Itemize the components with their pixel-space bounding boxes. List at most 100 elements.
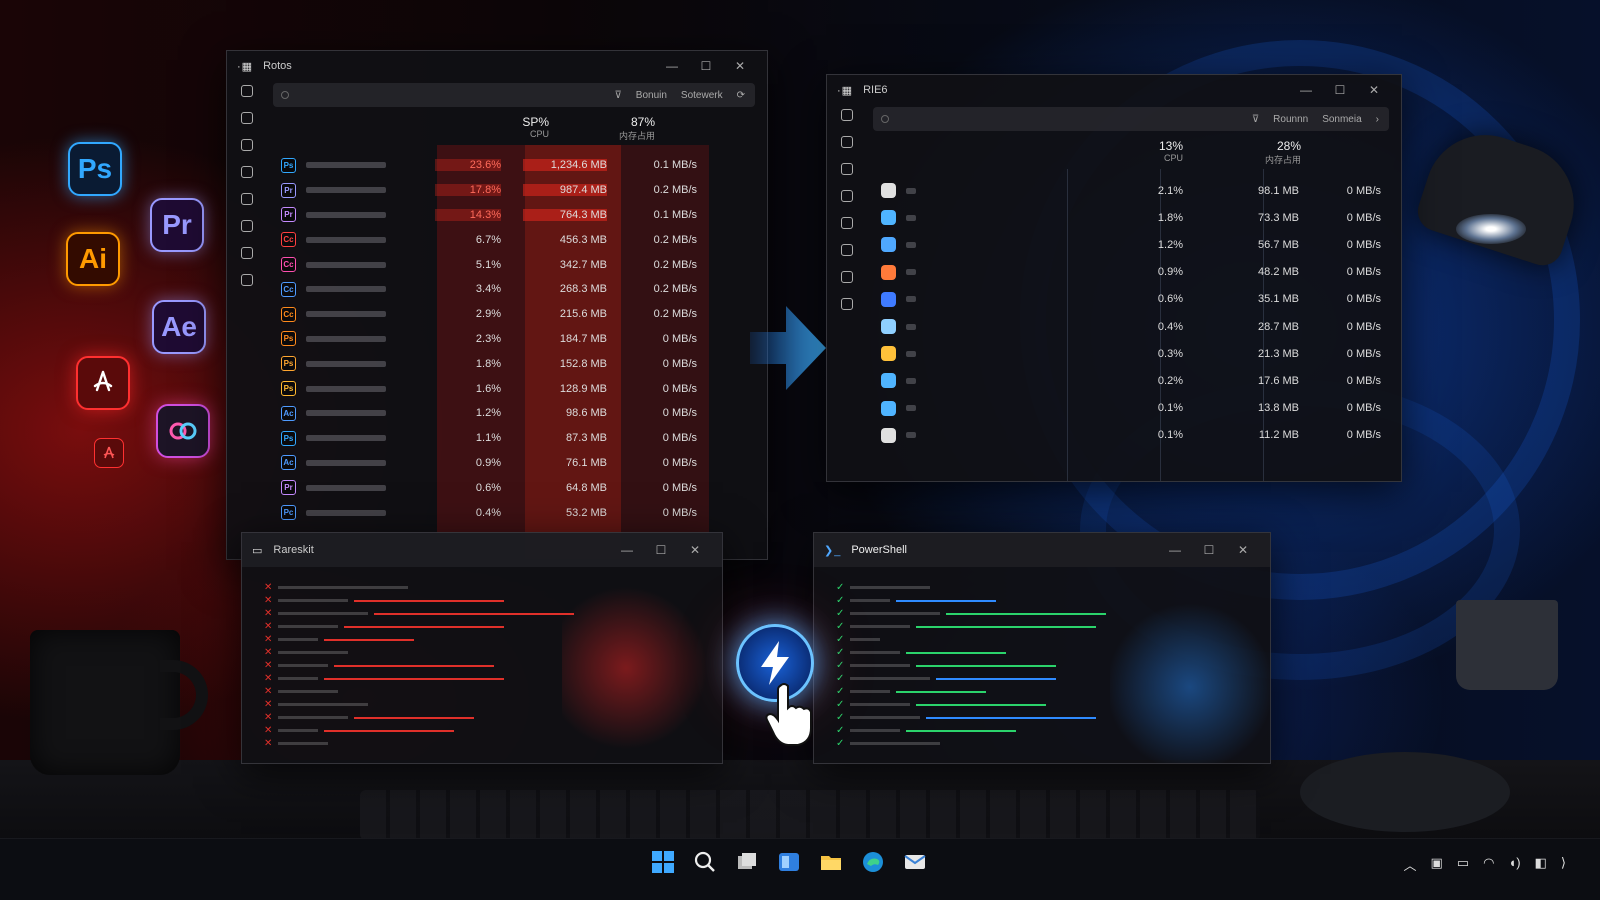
coffee-mug xyxy=(30,630,180,775)
nav-performance-icon[interactable] xyxy=(841,136,853,148)
cpu-column-header[interactable]: 13% CPU xyxy=(1113,139,1183,163)
nav-startup-icon[interactable] xyxy=(241,166,253,178)
process-row[interactable]: 0.2% 17.6 MB 0 MB/s xyxy=(873,367,1389,394)
disk-value: 0 MB/s xyxy=(1346,429,1381,442)
memory-column-header[interactable]: 28% 内存占用 xyxy=(1211,139,1301,166)
search-bar[interactable]: ⊽ Bonuin Sotewerk ⟳ xyxy=(273,83,755,107)
process-row[interactable]: 0.9% 48.2 MB 0 MB/s xyxy=(873,259,1389,286)
process-row[interactable]: Pr 0.6% 64.8 MB 0 MB/s xyxy=(273,475,755,500)
close-button[interactable]: ✕ xyxy=(1357,83,1391,97)
notification-icon[interactable]: ⟩ xyxy=(1561,855,1566,874)
display-icon[interactable]: ◧ xyxy=(1535,855,1547,874)
file-explorer-icon[interactable] xyxy=(820,851,842,873)
process-row[interactable]: Ps 1.6% 128.9 MB 0 MB/s xyxy=(273,376,755,401)
battery-icon[interactable]: ▭ xyxy=(1457,855,1469,874)
toolbar-button[interactable]: Rounnn xyxy=(1273,114,1308,125)
app-icon: Ac xyxy=(281,455,296,471)
task-view-icon[interactable] xyxy=(736,851,758,873)
process-row[interactable]: 0.1% 11.2 MB 0 MB/s xyxy=(873,422,1389,449)
progress-bar xyxy=(906,651,1006,654)
windows-start-icon[interactable] xyxy=(652,851,674,873)
nav-processes-icon[interactable] xyxy=(841,109,853,121)
process-row[interactable]: Pr 17.8% 987.4 MB 0.2 MB/s xyxy=(273,178,755,203)
process-row[interactable]: Cc 3.4% 268.3 MB 0.2 MB/s xyxy=(273,277,755,302)
process-row[interactable]: 1.2% 56.7 MB 0 MB/s xyxy=(873,231,1389,258)
process-row[interactable]: 2.1% 98.1 MB 0 MB/s xyxy=(873,177,1389,204)
nav-details-icon[interactable] xyxy=(841,244,853,256)
wifi-icon[interactable]: ◠ xyxy=(1483,855,1494,874)
text-placeholder xyxy=(850,612,940,615)
chevron-up-icon[interactable]: ︿ xyxy=(1403,855,1416,874)
nav-services-icon[interactable] xyxy=(841,271,853,283)
process-row[interactable]: 0.3% 21.3 MB 0 MB/s xyxy=(873,340,1389,367)
process-name-placeholder xyxy=(306,410,386,417)
process-row[interactable]: Cc 5.1% 342.7 MB 0.2 MB/s xyxy=(273,252,755,277)
process-row[interactable]: Ps 1.1% 87.3 MB 0 MB/s xyxy=(273,426,755,451)
error-line: ✕ xyxy=(264,620,702,633)
nav-history-icon[interactable] xyxy=(841,163,853,175)
filter-icon[interactable]: ⊽ xyxy=(614,90,621,101)
nav-users-icon[interactable] xyxy=(841,217,853,229)
nav-settings-icon[interactable] xyxy=(841,298,853,310)
disk-value: 0 MB/s xyxy=(1346,266,1381,279)
nav-settings-icon[interactable] xyxy=(241,274,253,286)
process-row[interactable]: 0.1% 13.8 MB 0 MB/s xyxy=(873,395,1389,422)
process-row[interactable]: Ps 23.6% 1,234.6 MB 0.1 MB/s xyxy=(273,153,755,178)
volume-icon[interactable]: ◖) xyxy=(1508,855,1520,874)
mail-icon[interactable] xyxy=(904,851,926,873)
chevron-right-icon[interactable]: › xyxy=(1376,114,1379,125)
filter-icon[interactable]: ⊽ xyxy=(1252,114,1259,125)
nav-users-icon[interactable] xyxy=(241,193,253,205)
memory-column-header[interactable]: 87% 内存占用 xyxy=(569,115,655,142)
toolbar-button[interactable]: Sonmeia xyxy=(1322,114,1361,125)
edge-icon[interactable] xyxy=(862,851,884,873)
network-drive-icon[interactable]: ▣ xyxy=(1431,855,1443,874)
memory-value: 87.3 MB xyxy=(566,432,607,445)
cpu-column-header[interactable]: SP% CPU xyxy=(481,115,549,139)
process-row[interactable]: Ps 2.3% 184.7 MB 0 MB/s xyxy=(273,327,755,352)
process-row[interactable]: Ac 0.9% 76.1 MB 0 MB/s xyxy=(273,451,755,476)
memory-value: 215.6 MB xyxy=(559,308,607,321)
minimize-button[interactable]: — xyxy=(610,543,644,557)
process-row[interactable]: Ps 1.8% 152.8 MB 0 MB/s xyxy=(273,351,755,376)
minimize-button[interactable]: — xyxy=(655,59,689,73)
nav-details-icon[interactable] xyxy=(241,220,253,232)
text-placeholder xyxy=(850,664,910,667)
process-row[interactable]: Pc 0.4% 53.2 MB 0 MB/s xyxy=(273,500,755,525)
x-mark-icon: ✕ xyxy=(264,647,273,658)
widgets-icon[interactable] xyxy=(778,851,800,873)
close-button[interactable]: ✕ xyxy=(678,543,712,557)
nav-history-icon[interactable] xyxy=(241,139,253,151)
memory-value: 21.3 MB xyxy=(1258,347,1299,360)
minimize-button[interactable]: — xyxy=(1158,543,1192,557)
maximize-button[interactable]: ☐ xyxy=(1192,543,1226,557)
process-row[interactable]: 1.8% 73.3 MB 0 MB/s xyxy=(873,204,1389,231)
nav-performance-icon[interactable] xyxy=(241,112,253,124)
process-row[interactable]: Cc 6.7% 456.3 MB 0.2 MB/s xyxy=(273,227,755,252)
process-list: Ps 23.6% 1,234.6 MB 0.1 MB/s Pr 17.8% 987.4 MB… xyxy=(273,153,755,559)
search-bar[interactable]: ⊽ Rounnn Sonmeia › xyxy=(873,107,1389,131)
process-row[interactable]: 0.4% 28.7 MB 0 MB/s xyxy=(873,313,1389,340)
nav-services-icon[interactable] xyxy=(241,247,253,259)
success-line: ✓ xyxy=(836,594,1250,607)
close-button[interactable]: ✕ xyxy=(723,59,757,73)
process-name-placeholder xyxy=(906,269,916,276)
maximize-button[interactable]: ☐ xyxy=(644,543,678,557)
toolbar-button[interactable]: Sotewerk xyxy=(681,90,723,101)
maximize-button[interactable]: ☐ xyxy=(1323,83,1357,97)
toolbar-button[interactable]: Bonuin xyxy=(636,90,667,101)
disk-value: 0.2 MB/s xyxy=(653,184,697,197)
process-row[interactable]: Pr 14.3% 764.3 MB 0.1 MB/s xyxy=(273,203,755,228)
process-row[interactable]: Ac 1.2% 98.6 MB 0 MB/s xyxy=(273,401,755,426)
check-mark-icon: ✓ xyxy=(836,673,845,684)
close-button[interactable]: ✕ xyxy=(1226,543,1260,557)
process-row[interactable]: 0.6% 35.1 MB 0 MB/s xyxy=(873,286,1389,313)
minimize-button[interactable]: — xyxy=(1289,83,1323,97)
refresh-icon[interactable]: ⟳ xyxy=(737,90,745,101)
nav-startup-icon[interactable] xyxy=(841,190,853,202)
nav-processes-icon[interactable] xyxy=(241,85,253,97)
cloud-icon xyxy=(881,319,896,335)
search-icon[interactable] xyxy=(694,851,716,873)
maximize-button[interactable]: ☐ xyxy=(689,59,723,73)
process-row[interactable]: Cc 2.9% 215.6 MB 0.2 MB/s xyxy=(273,302,755,327)
